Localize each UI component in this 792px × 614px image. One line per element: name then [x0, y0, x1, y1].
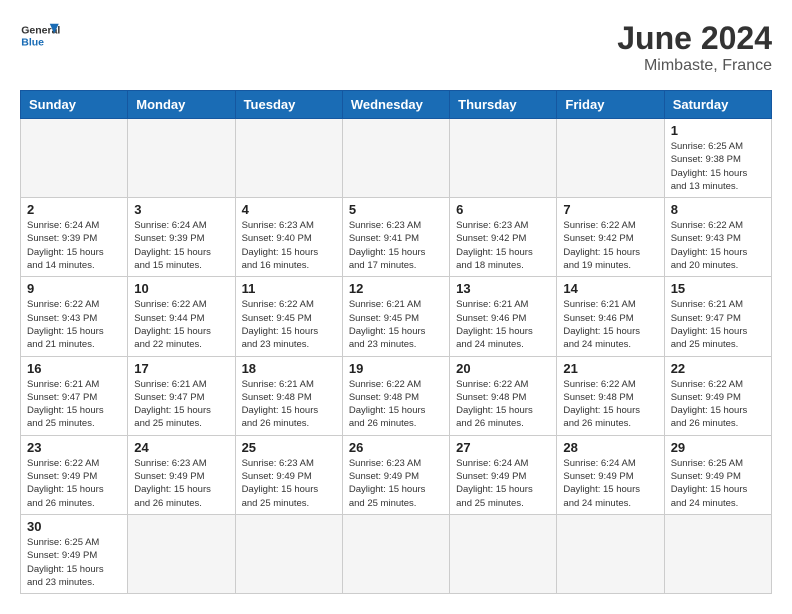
- calendar-row-3: 9 Sunrise: 6:22 AMSunset: 9:43 PMDayligh…: [21, 277, 772, 356]
- day-5: 5 Sunrise: 6:23 AMSunset: 9:41 PMDayligh…: [342, 198, 449, 277]
- day-16: 16 Sunrise: 6:21 AMSunset: 9:47 PMDaylig…: [21, 356, 128, 435]
- day-30: 30 Sunrise: 6:25 AMSunset: 9:49 PMDaylig…: [21, 514, 128, 593]
- day-2: 2 Sunrise: 6:24 AMSunset: 9:39 PMDayligh…: [21, 198, 128, 277]
- empty-cell: [235, 119, 342, 198]
- header-monday: Monday: [128, 91, 235, 119]
- day-15: 15 Sunrise: 6:21 AMSunset: 9:47 PMDaylig…: [664, 277, 771, 356]
- day-11: 11 Sunrise: 6:22 AMSunset: 9:45 PMDaylig…: [235, 277, 342, 356]
- day-13: 13 Sunrise: 6:21 AMSunset: 9:46 PMDaylig…: [450, 277, 557, 356]
- day-3: 3 Sunrise: 6:24 AMSunset: 9:39 PMDayligh…: [128, 198, 235, 277]
- header-thursday: Thursday: [450, 91, 557, 119]
- day-6: 6 Sunrise: 6:23 AMSunset: 9:42 PMDayligh…: [450, 198, 557, 277]
- day-14: 14 Sunrise: 6:21 AMSunset: 9:46 PMDaylig…: [557, 277, 664, 356]
- day-25: 25 Sunrise: 6:23 AMSunset: 9:49 PMDaylig…: [235, 435, 342, 514]
- empty-cell: [450, 514, 557, 593]
- calendar-row-4: 16 Sunrise: 6:21 AMSunset: 9:47 PMDaylig…: [21, 356, 772, 435]
- location-title: Mimbaste, France: [617, 57, 772, 75]
- day-12: 12 Sunrise: 6:21 AMSunset: 9:45 PMDaylig…: [342, 277, 449, 356]
- day-23: 23 Sunrise: 6:22 AMSunset: 9:49 PMDaylig…: [21, 435, 128, 514]
- day-8: 8 Sunrise: 6:22 AMSunset: 9:43 PMDayligh…: [664, 198, 771, 277]
- header-saturday: Saturday: [664, 91, 771, 119]
- empty-cell: [21, 119, 128, 198]
- calendar-table: Sunday Monday Tuesday Wednesday Thursday…: [20, 90, 772, 594]
- day-4: 4 Sunrise: 6:23 AMSunset: 9:40 PMDayligh…: [235, 198, 342, 277]
- empty-cell: [342, 119, 449, 198]
- logo: General Blue: [20, 20, 60, 50]
- month-year-title: June 2024: [617, 20, 772, 57]
- day-9: 9 Sunrise: 6:22 AMSunset: 9:43 PMDayligh…: [21, 277, 128, 356]
- day-1: 1 Sunrise: 6:25 AM Sunset: 9:38 PM Dayli…: [664, 119, 771, 198]
- empty-cell: [450, 119, 557, 198]
- empty-cell: [557, 514, 664, 593]
- day-28: 28 Sunrise: 6:24 AMSunset: 9:49 PMDaylig…: [557, 435, 664, 514]
- day-7: 7 Sunrise: 6:22 AMSunset: 9:42 PMDayligh…: [557, 198, 664, 277]
- calendar-row-2: 2 Sunrise: 6:24 AMSunset: 9:39 PMDayligh…: [21, 198, 772, 277]
- header-wednesday: Wednesday: [342, 91, 449, 119]
- day-19: 19 Sunrise: 6:22 AMSunset: 9:48 PMDaylig…: [342, 356, 449, 435]
- day-20: 20 Sunrise: 6:22 AMSunset: 9:48 PMDaylig…: [450, 356, 557, 435]
- empty-cell: [235, 514, 342, 593]
- calendar-row-6: 30 Sunrise: 6:25 AMSunset: 9:49 PMDaylig…: [21, 514, 772, 593]
- day-17: 17 Sunrise: 6:21 AMSunset: 9:47 PMDaylig…: [128, 356, 235, 435]
- day-18: 18 Sunrise: 6:21 AMSunset: 9:48 PMDaylig…: [235, 356, 342, 435]
- day-22: 22 Sunrise: 6:22 AMSunset: 9:49 PMDaylig…: [664, 356, 771, 435]
- day-10: 10 Sunrise: 6:22 AMSunset: 9:44 PMDaylig…: [128, 277, 235, 356]
- calendar-row-5: 23 Sunrise: 6:22 AMSunset: 9:49 PMDaylig…: [21, 435, 772, 514]
- title-block: June 2024 Mimbaste, France: [617, 20, 772, 75]
- day-27: 27 Sunrise: 6:24 AMSunset: 9:49 PMDaylig…: [450, 435, 557, 514]
- header-friday: Friday: [557, 91, 664, 119]
- calendar-row-1: 1 Sunrise: 6:25 AM Sunset: 9:38 PM Dayli…: [21, 119, 772, 198]
- empty-cell: [128, 514, 235, 593]
- day-29: 29 Sunrise: 6:25 AMSunset: 9:49 PMDaylig…: [664, 435, 771, 514]
- header-sunday: Sunday: [21, 91, 128, 119]
- empty-cell: [557, 119, 664, 198]
- empty-cell: [128, 119, 235, 198]
- header-tuesday: Tuesday: [235, 91, 342, 119]
- empty-cell: [342, 514, 449, 593]
- day-24: 24 Sunrise: 6:23 AMSunset: 9:49 PMDaylig…: [128, 435, 235, 514]
- day-1-info: Sunrise: 6:25 AM Sunset: 9:38 PM Dayligh…: [671, 140, 765, 193]
- empty-cell: [664, 514, 771, 593]
- day-21: 21 Sunrise: 6:22 AMSunset: 9:48 PMDaylig…: [557, 356, 664, 435]
- weekday-header-row: Sunday Monday Tuesday Wednesday Thursday…: [21, 91, 772, 119]
- page-header: General Blue June 2024 Mimbaste, France: [20, 20, 772, 75]
- svg-text:Blue: Blue: [21, 37, 44, 49]
- day-26: 26 Sunrise: 6:23 AMSunset: 9:49 PMDaylig…: [342, 435, 449, 514]
- logo-icon: General Blue: [20, 20, 60, 50]
